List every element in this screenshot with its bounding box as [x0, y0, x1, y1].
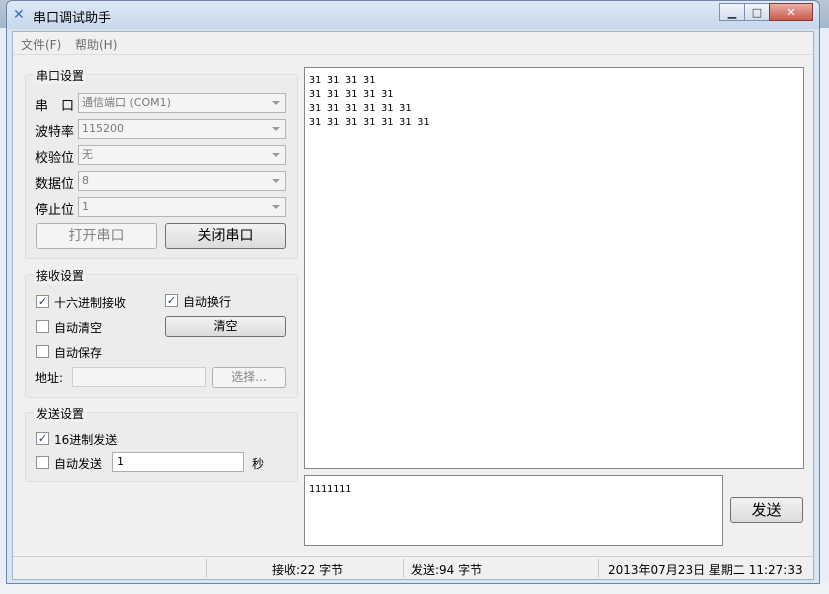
- address-label: 地址:: [35, 371, 64, 385]
- chevron-down-icon: [272, 179, 280, 183]
- send-interval-input[interactable]: 1: [112, 452, 244, 472]
- receive-display[interactable]: 31 31 31 31 31 31 31 31 31 31 31 31 31 3…: [304, 67, 804, 469]
- auto-clear-checkbox[interactable]: [36, 320, 49, 333]
- received-count: 接收:22 字节: [272, 563, 344, 577]
- close-button[interactable]: ✕: [769, 3, 813, 21]
- auto-clear-label: 自动清空: [54, 321, 103, 335]
- databits-value: 8: [82, 174, 89, 187]
- sent-count: 发送:94 字节: [411, 563, 483, 577]
- clear-button[interactable]: 清空: [165, 316, 286, 337]
- parity-label: 校验位: [35, 151, 75, 166]
- hex-receive-label: 十六进制接收: [54, 296, 127, 310]
- hex-send-label: 16进制发送: [54, 433, 118, 447]
- parity-value: 无: [82, 148, 93, 161]
- chevron-down-icon: [272, 101, 280, 105]
- serial-settings-title: 串口设置: [34, 67, 87, 84]
- stopbits-value: 1: [82, 200, 89, 213]
- send-input[interactable]: 1111111: [304, 475, 723, 546]
- open-port-button[interactable]: 打开串口: [36, 223, 157, 249]
- baud-label: 波特率: [35, 125, 75, 140]
- parity-select[interactable]: 无: [78, 145, 286, 165]
- hex-receive-checkbox[interactable]: ✓: [36, 295, 49, 308]
- status-separator: [206, 559, 207, 577]
- send-settings-group: 发送设置 ✓ 16进制发送 自动发送 1 秒: [25, 405, 298, 482]
- status-datetime: 2013年07月23日 星期二 11:27:33: [608, 563, 803, 577]
- interval-unit-label: 秒: [252, 457, 265, 471]
- rx-line: 31 31 31 31 31 31 31: [309, 117, 430, 128]
- auto-wrap-checkbox[interactable]: ✓: [165, 294, 178, 307]
- rx-line: 31 31 31 31 31 31: [309, 103, 412, 114]
- app-icon: ✕: [13, 7, 25, 23]
- port-select[interactable]: 通信端口 (COM1): [78, 93, 286, 113]
- receive-settings-title: 接收设置: [34, 267, 87, 284]
- minimize-button[interactable]: ▁: [719, 3, 745, 21]
- rx-line: 31 31 31 31: [309, 75, 376, 86]
- send-button[interactable]: 发送: [730, 497, 803, 523]
- status-separator: [403, 559, 404, 577]
- auto-send-label: 自动发送: [54, 457, 103, 471]
- baud-select[interactable]: 115200: [78, 119, 286, 139]
- rx-line: 31 31 31 31 31: [309, 89, 394, 100]
- menu-bar: 文件(F) 帮助(H): [13, 32, 813, 55]
- stopbits-label: 停止位: [35, 203, 75, 218]
- maximize-button[interactable]: □: [744, 3, 770, 21]
- chevron-down-icon: [272, 205, 280, 209]
- send-settings-title: 发送设置: [34, 405, 87, 422]
- client-area: 文件(F) 帮助(H) 串口设置 串 口 通信端口 (COM1) 波特率 115…: [12, 31, 814, 580]
- databits-select[interactable]: 8: [78, 171, 286, 191]
- status-bar: 接收:22 字节 发送:94 字节 2013年07月23日 星期二 11:27:…: [13, 556, 813, 579]
- address-input[interactable]: [72, 367, 206, 387]
- title-bar[interactable]: ✕ 串口调试助手 ▁ □ ✕: [7, 1, 819, 29]
- stopbits-select[interactable]: 1: [78, 197, 286, 217]
- send-input-text: 1111111: [309, 484, 352, 495]
- hex-send-checkbox[interactable]: ✓: [36, 432, 49, 445]
- databits-label: 数据位: [35, 177, 75, 192]
- auto-wrap-label: 自动换行: [183, 295, 232, 309]
- receive-settings-group: 接收设置 ✓ 十六进制接收 ✓ 自动换行 自动清空 清空 自动保存 地址: 选择…: [25, 267, 298, 398]
- chevron-down-icon: [272, 127, 280, 131]
- window-title: 串口调试助手: [33, 11, 112, 26]
- window-controls: ▁ □ ✕: [719, 3, 813, 21]
- menu-help[interactable]: 帮助(H): [75, 36, 117, 53]
- desktop-background-bottom: [0, 583, 829, 594]
- auto-send-checkbox[interactable]: [36, 456, 49, 469]
- auto-save-label: 自动保存: [54, 346, 103, 360]
- auto-save-checkbox[interactable]: [36, 345, 49, 358]
- menu-file[interactable]: 文件(F): [21, 36, 61, 53]
- chevron-down-icon: [272, 153, 280, 157]
- browse-button[interactable]: 选择...: [212, 367, 286, 388]
- status-separator: [598, 559, 599, 577]
- baud-value: 115200: [82, 122, 124, 135]
- port-label: 串 口: [35, 99, 75, 114]
- port-value: 通信端口 (COM1): [82, 96, 171, 109]
- app-window: ✕ 串口调试助手 ▁ □ ✕ 文件(F) 帮助(H) 串口设置 串 口 通信端口…: [6, 0, 820, 584]
- serial-settings-group: 串口设置 串 口 通信端口 (COM1) 波特率 115200 校验位 无 数据…: [25, 67, 298, 259]
- close-port-button[interactable]: 关闭串口: [165, 223, 286, 249]
